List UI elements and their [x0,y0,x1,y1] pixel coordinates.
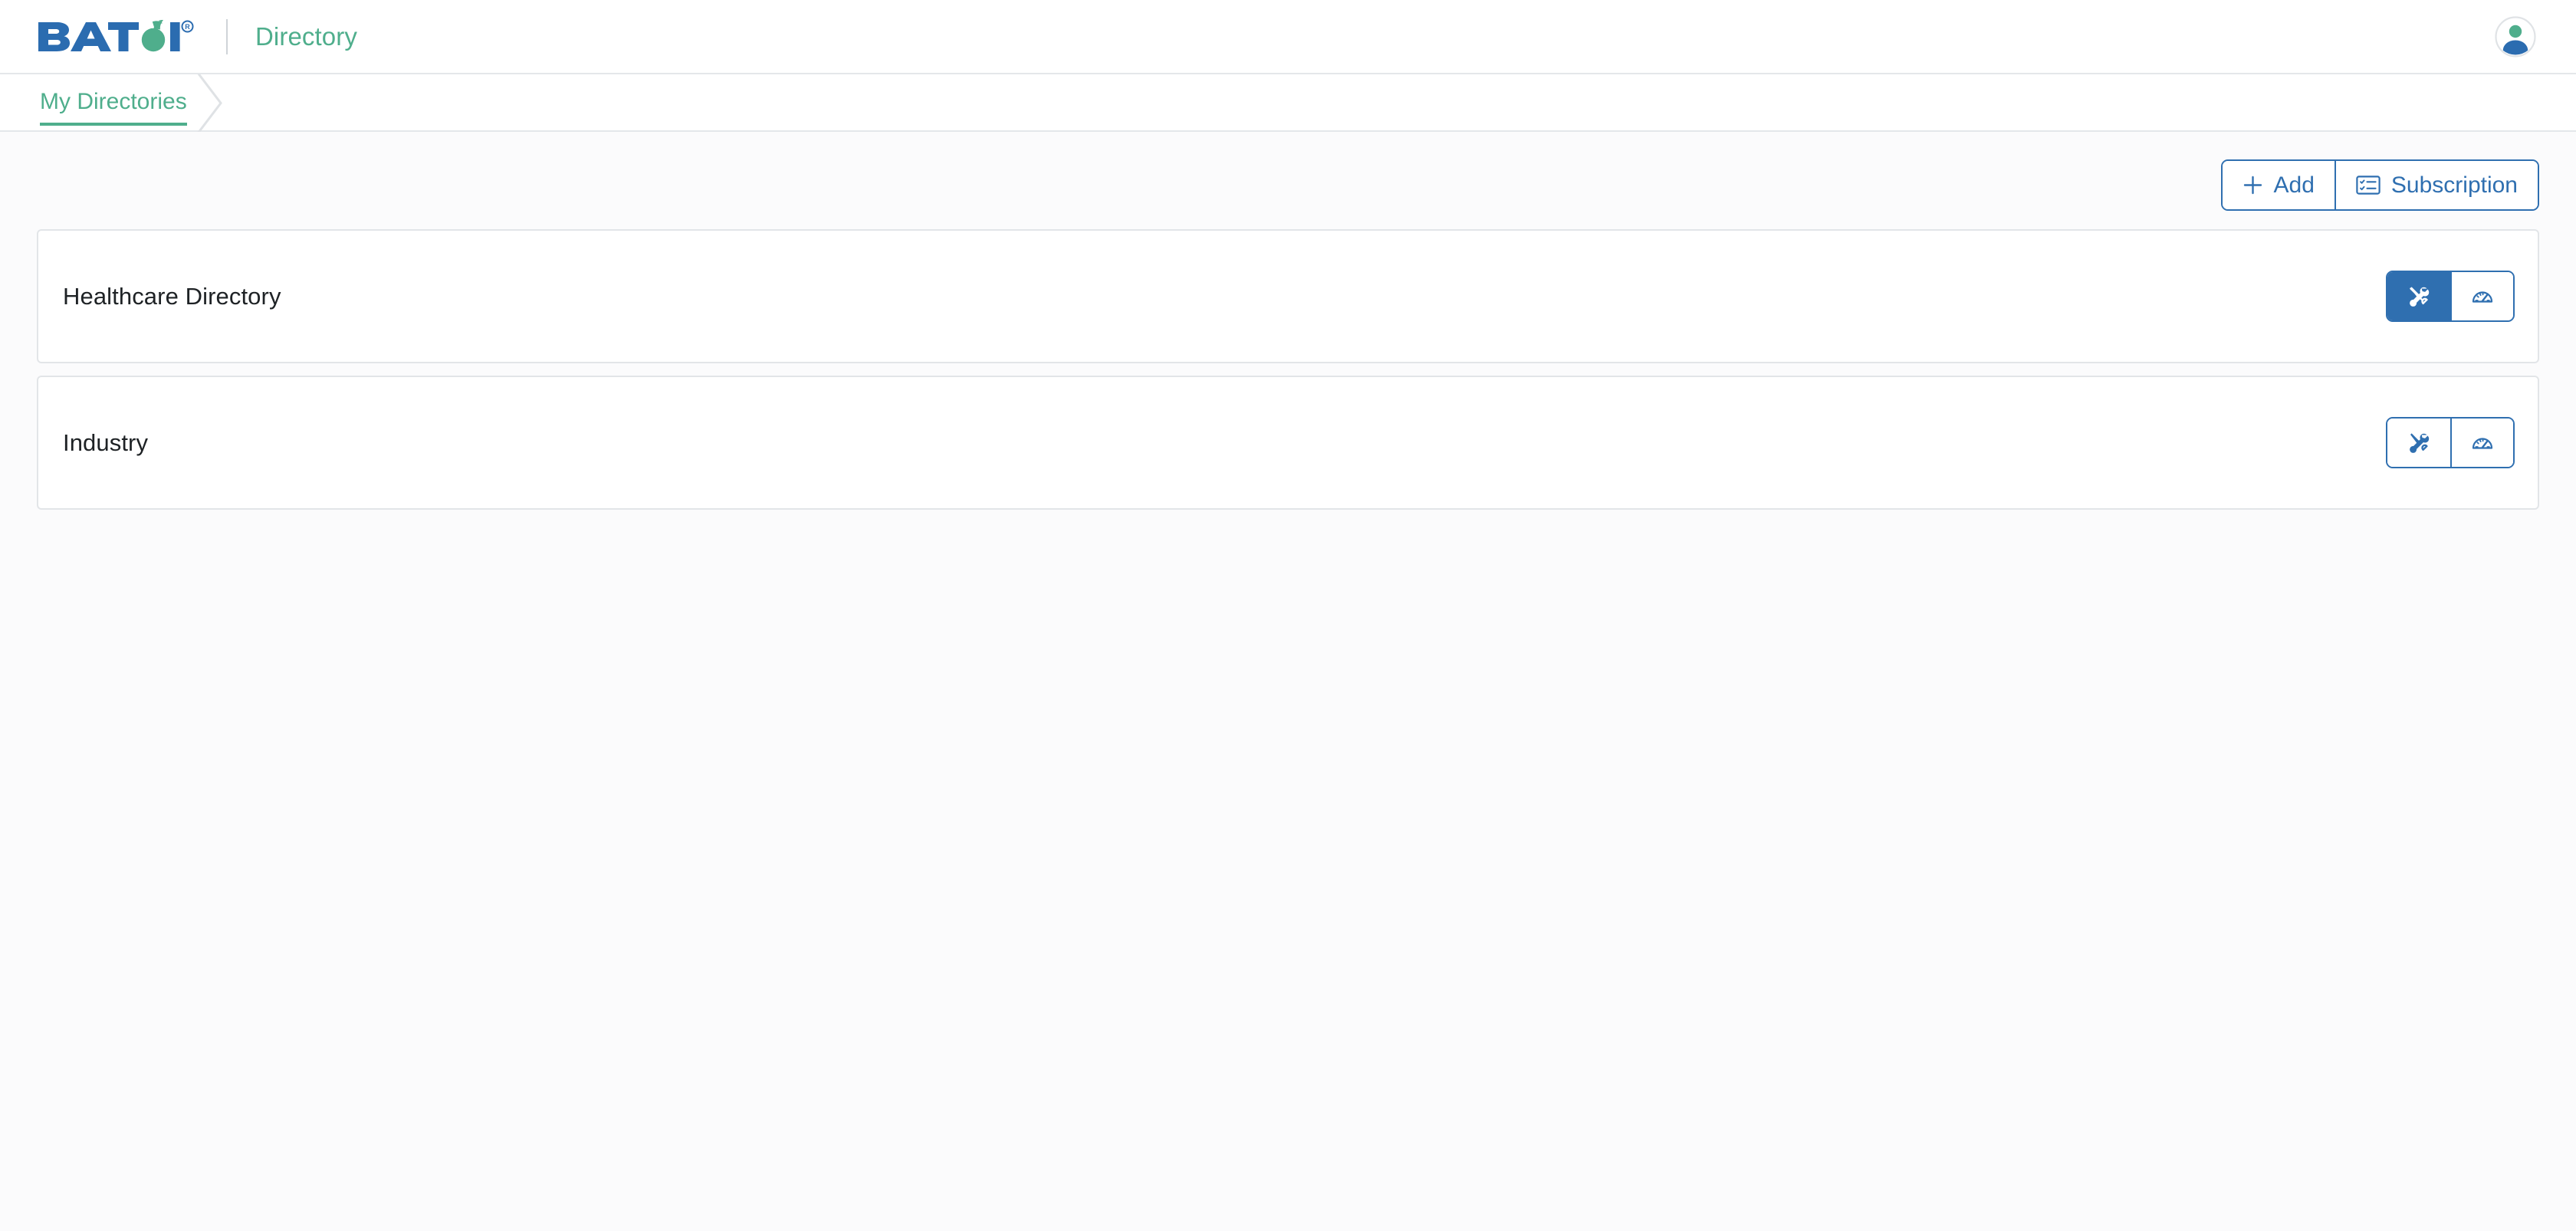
batoi-logo-mark: R [38,19,194,51]
subscription-button-label: Subscription [2390,172,2518,198]
dashboard-metrics-button[interactable] [2450,272,2513,320]
directory-card[interactable]: Healthcare Directory [37,229,2539,363]
subscription-button[interactable]: Subscription [2334,161,2538,209]
plus-icon [2243,176,2262,195]
top-header-bar: R Directory [0,0,2576,74]
header-divider [226,18,228,54]
page-toolbar: Add Subscription [37,132,2539,211]
tools-icon [2410,432,2430,453]
breadcrumb-label: My Directories [40,81,187,126]
add-button[interactable]: Add [2222,161,2334,209]
breadcrumb-chevron-icon [197,74,222,132]
add-button-label: Add [2273,172,2315,198]
toolbar-button-group: Add Subscription [2220,159,2539,211]
speedometer-icon [2472,437,2493,449]
batoi-logo[interactable]: R [37,19,194,54]
directory-name: Industry [63,428,149,456]
avatar[interactable] [2495,15,2536,57]
user-avatar-icon [2495,15,2536,57]
directory-action-group [2386,417,2515,468]
app-name: Directory [255,21,357,51]
dashboard-metrics-button[interactable] [2450,419,2513,467]
tools-icon [2410,286,2430,307]
directory-action-group [2386,271,2515,322]
main-content: Add Subscription Healthcare Directory In… [0,132,2576,510]
directory-card[interactable]: Industry [37,376,2539,510]
manage-tools-button[interactable] [2387,272,2450,320]
subscription-list-icon [2356,176,2380,195]
directory-name: Healthcare Directory [63,282,281,310]
manage-tools-button[interactable] [2387,419,2450,467]
breadcrumb: My Directories [0,74,2576,132]
breadcrumb-item-my-directories[interactable]: My Directories [37,74,190,132]
svg-text:R: R [185,23,190,31]
brand-zone: R Directory [37,0,357,73]
speedometer-icon [2472,291,2493,303]
directory-list: Healthcare Directory Industry [37,229,2539,510]
